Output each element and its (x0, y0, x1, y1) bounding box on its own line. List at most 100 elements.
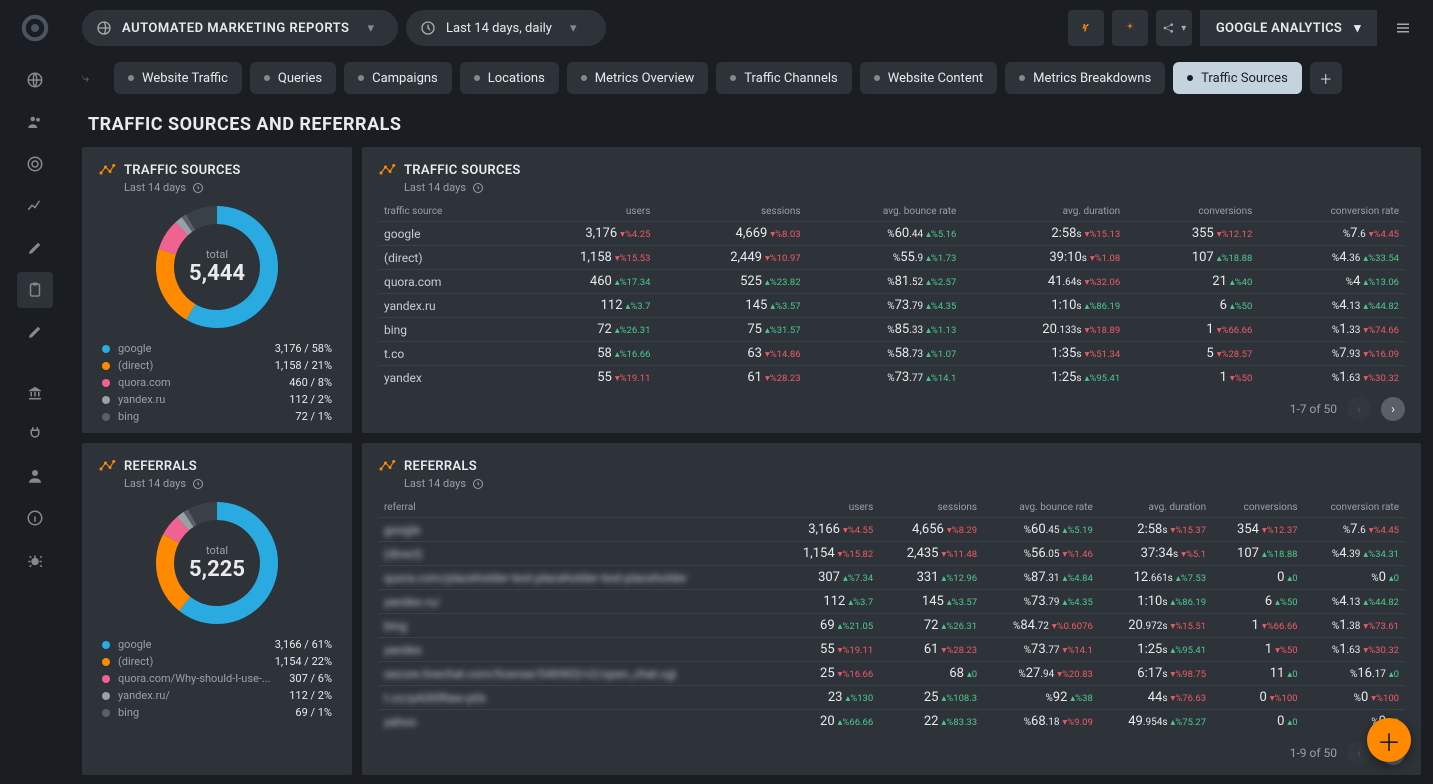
tab-dot-icon (581, 75, 587, 81)
cell: 1,154▾%15.82 (775, 542, 879, 566)
tab-campaigns[interactable]: Campaigns (344, 62, 452, 94)
cell: 354▾%12.37 (1212, 518, 1303, 542)
nav-edit[interactable] (17, 230, 53, 266)
traffic-sources-donut-card: TRAFFIC SOURCESLast 14 daystotal5,444goo… (82, 147, 352, 433)
cell: %4▴%13.06 (1258, 270, 1405, 294)
tab-lead-icon: ⤷ (82, 71, 106, 86)
cell: 4,669▾%8.03 (656, 222, 806, 246)
legend-label: (direct) (118, 655, 267, 668)
nav-globe[interactable] (17, 62, 53, 98)
add-tab-button[interactable]: ＋ (1310, 62, 1342, 94)
legend-value: 307 / 6% (289, 672, 332, 685)
table-row[interactable]: t.co/pA0I0Raw-p0x23▴%13025▴%108.3%92▴%38… (378, 686, 1405, 710)
pager: 1-7 of 50‹› (378, 397, 1405, 421)
tab-locations[interactable]: Locations (460, 62, 559, 94)
cell: %16.17▴0 (1304, 662, 1405, 686)
row-source: secure.livechat.com/license/S46903/v2/op… (378, 662, 775, 686)
table-row[interactable]: quora.com/placeholder-text-placeholder-t… (378, 566, 1405, 590)
table-row[interactable]: yandex.ru112▴%3.7145▴%3.57%73.79▴%4.351:… (378, 294, 1405, 318)
cell: 145▴%3.57 (879, 590, 983, 614)
table-row[interactable]: google3,176▾%4.254,669▾%8.03%60.44▴%5.16… (378, 222, 1405, 246)
nav-target[interactable] (17, 146, 53, 182)
clock-icon (472, 478, 484, 490)
nav-users[interactable] (17, 104, 53, 140)
legend-item: (direct)1,158 / 21% (102, 359, 332, 372)
nav-info[interactable] (17, 500, 53, 536)
fab-add[interactable]: ＋ (1367, 718, 1411, 762)
cell: 460▴%17.34 (506, 270, 656, 294)
table-row[interactable]: t.co58▴%16.6663▾%14.86%58.73▴%1.071:35s▾… (378, 342, 1405, 366)
tab-traffic-channels[interactable]: Traffic Channels (716, 62, 851, 94)
report-selector[interactable]: AUTOMATED MARKETING REPORTS ▾ (82, 10, 398, 46)
cell: 55▾%19.11 (775, 638, 879, 662)
cell: 1▾%50 (1212, 638, 1303, 662)
legend-value: 460 / 8% (289, 376, 332, 389)
table-row[interactable]: bing69▴%21.0572▴%26.31%84.72▾%0.607620.9… (378, 614, 1405, 638)
cell: 525▴%23.82 (656, 270, 806, 294)
col-head: traffic source (378, 202, 506, 222)
table-row[interactable]: yandex55▾%19.1161▾%28.23%73.77▾%14.11:25… (378, 638, 1405, 662)
share-button[interactable]: ▾ (1156, 10, 1192, 46)
legend-label: (direct) (118, 359, 267, 372)
cell: 12.661s▴%7.53 (1099, 566, 1212, 590)
tab-dot-icon (358, 75, 364, 81)
legend-label: yandex.ru/ (118, 689, 281, 702)
nav-edit2[interactable] (17, 314, 53, 350)
pager-prev[interactable]: ‹ (1347, 397, 1371, 421)
referrals-donut-card: REFERRALSLast 14 daystotal5,225google3,1… (82, 443, 352, 775)
cell: %68.18▾%9.09 (983, 710, 1099, 734)
table-row[interactable]: secure.livechat.com/license/S46903/v2/op… (378, 662, 1405, 686)
cell: 11▴0 (1212, 662, 1303, 686)
table-row[interactable]: bing72▴%26.3175▴%31.57%85.33▴%1.1320.133… (378, 318, 1405, 342)
cell: 3,176▾%4.25 (506, 222, 656, 246)
cell: 1,158▾%15.53 (506, 246, 656, 270)
row-source: (direct) (378, 246, 506, 270)
tab-website-traffic[interactable]: Website Traffic (114, 62, 242, 94)
nav-chart[interactable] (17, 188, 53, 224)
table-row[interactable]: (direct)1,154▾%15.822,435▾%11.48%56.05▾%… (378, 542, 1405, 566)
bolt-button[interactable] (1068, 10, 1104, 46)
hamburger-menu[interactable] (1385, 10, 1421, 46)
nav-plug[interactable] (17, 416, 53, 452)
tab-traffic-sources[interactable]: Traffic Sources (1173, 62, 1302, 94)
table-row[interactable]: yandex55▾%19.1161▾%28.23%73.77▴%14.11:25… (378, 366, 1405, 390)
cell: 1:10s▴%86.19 (1099, 590, 1212, 614)
wave-icon (98, 457, 116, 475)
legend-item: (direct)1,154 / 22% (102, 655, 332, 668)
tab-metrics-overview[interactable]: Metrics Overview (567, 62, 709, 94)
pager-next[interactable]: › (1381, 397, 1405, 421)
cell: %7.93▾%16.09 (1258, 342, 1405, 366)
tab-metrics-breakdowns[interactable]: Metrics Breakdowns (1005, 62, 1165, 94)
col-head: avg. bounce rate (807, 202, 963, 222)
table-row[interactable]: yandex.ru/112▴%3.7145▴%3.57%73.79▴%4.351… (378, 590, 1405, 614)
col-head: users (775, 498, 879, 518)
cell: %85.33▴%1.13 (807, 318, 963, 342)
legend-label: bing (118, 706, 287, 719)
cell: 331▴%12.96 (879, 566, 983, 590)
card-title: REFERRALS (124, 459, 197, 474)
profile-selector[interactable]: GOOGLE ANALYTICS ▾ (1200, 10, 1377, 46)
nav-account[interactable] (17, 458, 53, 494)
nav-bug[interactable] (17, 542, 53, 578)
nav-bank[interactable] (17, 374, 53, 410)
cell: %4.36▴%33.54 (1258, 246, 1405, 270)
cell: 72▴%26.31 (879, 614, 983, 638)
cell: %0▾%100 (1304, 686, 1405, 710)
spark-button[interactable] (1112, 10, 1148, 46)
tab-website-content[interactable]: Website Content (860, 62, 997, 94)
tab-queries[interactable]: Queries (250, 62, 336, 94)
nav-clipboard[interactable] (17, 272, 53, 308)
donut-total-label: total (206, 248, 228, 261)
cell: %60.45▴%5.19 (983, 518, 1099, 542)
table-row[interactable]: yahoo20▴%66.6622▴%83.33%68.18▾%9.0949.95… (378, 710, 1405, 734)
row-source: yahoo (378, 710, 775, 734)
tab-dot-icon (264, 75, 270, 81)
cell: 1:25s▴%95.41 (962, 366, 1126, 390)
referrals-table-card: REFERRALSLast 14 daysreferraluserssessio… (362, 443, 1421, 775)
table-row[interactable]: google3,166▾%4.554,656▾%8.29%60.45▴%5.19… (378, 518, 1405, 542)
date-range-selector[interactable]: Last 14 days, daily ▾ (406, 10, 606, 46)
table-row[interactable]: (direct)1,158▾%15.532,449▾%10.97%55.9▴%1… (378, 246, 1405, 270)
row-source: yandex.ru/ (378, 590, 775, 614)
cell: 0▴0 (1212, 710, 1303, 734)
table-row[interactable]: quora.com460▴%17.34525▴%23.82%81.52▴%2.5… (378, 270, 1405, 294)
